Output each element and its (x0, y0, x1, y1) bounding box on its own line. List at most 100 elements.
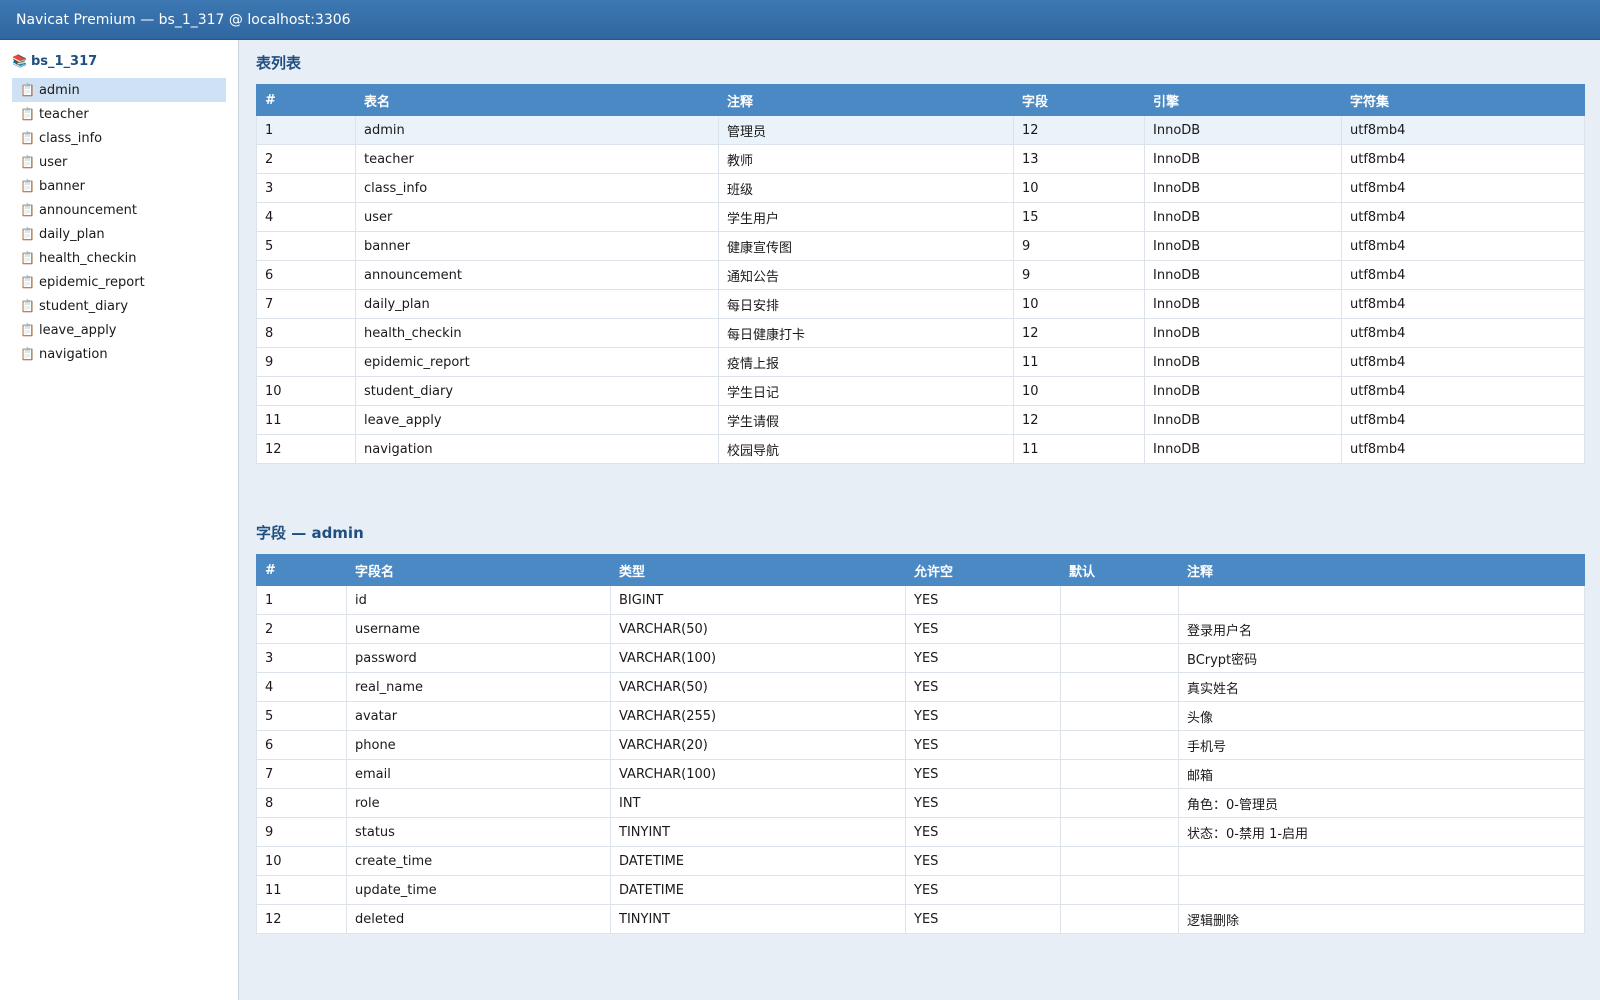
tables-table-row[interactable]: 9 epidemic_report 疫情上报 11 InnoDB utf8mb4 (256, 347, 1585, 377)
fields-table-row[interactable]: 1 id BIGINT YES (256, 585, 1585, 615)
tables-table-cell: epidemic_report (355, 347, 719, 377)
tables-table-column-header[interactable]: 字段 (1013, 84, 1145, 116)
fields-header-row: # 字段名 类型 允许空 默认 注释 (256, 554, 1585, 586)
fields-table-row[interactable]: 11 update_time DATETIME YES (256, 875, 1585, 905)
sidebar-item-label: admin (38, 82, 80, 98)
fields-table-cell: 逻辑删除 (1178, 904, 1585, 934)
tables-table-cell: 10 (1013, 173, 1145, 203)
tables-table-cell: InnoDB (1144, 260, 1342, 290)
sidebar-item-admin[interactable]: 📋 admin (12, 78, 226, 102)
tables-table-cell: utf8mb4 (1341, 231, 1585, 261)
tables-table-cell: InnoDB (1144, 115, 1342, 145)
fields-table-cell: 10 (256, 846, 347, 876)
sidebar-item-label: student_diary (38, 298, 129, 314)
fields-table-cell: password (346, 643, 611, 673)
sidebar-item-epidemic-report[interactable]: 📋 epidemic_report (12, 270, 226, 294)
tables-table-row[interactable]: 8 health_checkin 每日健康打卡 12 InnoDB utf8mb4 (256, 318, 1585, 348)
sidebar-item-teacher[interactable]: 📋 teacher (12, 102, 226, 126)
sidebar-item-label: user (38, 154, 68, 170)
fields-table-column-header[interactable]: 默认 (1060, 554, 1179, 586)
fields-table-column-header[interactable]: # (256, 554, 347, 586)
sidebar-item-user[interactable]: 📋 user (12, 150, 226, 174)
tables-table-cell: user (355, 202, 719, 232)
fields-table-row[interactable]: 8 role INT YES 角色：0-管理员 (256, 788, 1585, 818)
database-node[interactable]: 📚 bs_1_317 (0, 50, 238, 72)
fields-table-cell (1060, 672, 1179, 702)
tables-table-row[interactable]: 6 announcement 通知公告 9 InnoDB utf8mb4 (256, 260, 1585, 290)
fields-section-title: 字段 — admin (256, 524, 364, 542)
fields-table-cell: 3 (256, 643, 347, 673)
fields-table-cell (1060, 585, 1179, 615)
tables-table-column-header[interactable]: 注释 (718, 84, 1014, 116)
sidebar-item-navigation[interactable]: 📋 navigation (12, 342, 226, 366)
sidebar-item-daily-plan[interactable]: 📋 daily_plan (12, 222, 226, 246)
tables-table-row[interactable]: 4 user 学生用户 15 InnoDB utf8mb4 (256, 202, 1585, 232)
window-title: Navicat Premium — bs_1_317 @ localhost:3… (16, 12, 351, 28)
fields-table-row[interactable]: 6 phone VARCHAR(20) YES 手机号 (256, 730, 1585, 760)
fields-table-cell: VARCHAR(50) (610, 614, 906, 644)
sidebar-item-label: leave_apply (38, 322, 117, 338)
fields-table-cell: VARCHAR(100) (610, 759, 906, 789)
tables-table-column-header[interactable]: 引擎 (1144, 84, 1342, 116)
tables-table-row[interactable]: 11 leave_apply 学生请假 12 InnoDB utf8mb4 (256, 405, 1585, 435)
fields-table-cell: YES (905, 614, 1061, 644)
tables-table-row[interactable]: 2 teacher 教师 13 InnoDB utf8mb4 (256, 144, 1585, 174)
fields-table-column-header[interactable]: 注释 (1178, 554, 1585, 586)
sidebar-item-banner[interactable]: 📋 banner (12, 174, 226, 198)
tables-table-cell: InnoDB (1144, 405, 1342, 435)
sidebar-item-announcement[interactable]: 📋 announcement (12, 198, 226, 222)
clipboard-icon: 📋 (20, 179, 35, 193)
sidebar-item-leave-apply[interactable]: 📋 leave_apply (12, 318, 226, 342)
tables-table-cell: banner (355, 231, 719, 261)
tables-table-cell: 9 (1013, 260, 1145, 290)
tables-table-row[interactable]: 1 admin 管理员 12 InnoDB utf8mb4 (256, 115, 1585, 145)
main-panel: 表列表 # 表名 注释 字段 引擎 字符集 1 admin 管理员 12 InnoDB utf8mb… (240, 40, 1600, 1000)
fields-table-cell: INT (610, 788, 906, 818)
fields-table-cell: 邮箱 (1178, 759, 1585, 789)
fields-table-row[interactable]: 7 email VARCHAR(100) YES 邮箱 (256, 759, 1585, 789)
tables-table-column-header[interactable]: 表名 (355, 84, 719, 116)
fields-table-row[interactable]: 9 status TINYINT YES 状态：0-禁用 1-启用 (256, 817, 1585, 847)
fields-table-row[interactable]: 5 avatar VARCHAR(255) YES 头像 (256, 701, 1585, 731)
fields-table-cell (1060, 701, 1179, 731)
fields-table-column-header[interactable]: 字段名 (346, 554, 611, 586)
tables-table-cell: 每日安排 (718, 289, 1014, 319)
fields-table-column-header[interactable]: 允许空 (905, 554, 1061, 586)
clipboard-icon: 📋 (20, 227, 35, 241)
fields-table-row[interactable]: 12 deleted TINYINT YES 逻辑删除 (256, 904, 1585, 934)
fields-table-cell: BIGINT (610, 585, 906, 615)
sidebar-item-health-checkin[interactable]: 📋 health_checkin (12, 246, 226, 270)
tables-table-column-header[interactable]: 字符集 (1341, 84, 1585, 116)
tables-table-cell: 3 (256, 173, 356, 203)
sidebar-item-label: announcement (38, 202, 137, 218)
fields-table-row[interactable]: 2 username VARCHAR(50) YES 登录用户名 (256, 614, 1585, 644)
tables-table-column-header[interactable]: # (256, 84, 356, 116)
clipboard-icon: 📋 (20, 251, 35, 265)
fields-table-column-header[interactable]: 类型 (610, 554, 906, 586)
tables-table-row[interactable]: 12 navigation 校园导航 11 InnoDB utf8mb4 (256, 434, 1585, 464)
fields-table-row[interactable]: 10 create_time DATETIME YES (256, 846, 1585, 876)
tables-table-cell: 学生日记 (718, 376, 1014, 406)
fields-table: # 字段名 类型 允许空 默认 注释 1 id BIGINT YES 2 username VARCH… (256, 554, 1585, 934)
tables-table-row[interactable]: 10 student_diary 学生日记 10 InnoDB utf8mb4 (256, 376, 1585, 406)
tables-table-cell: 学生用户 (718, 202, 1014, 232)
tables-table-cell: 12 (1013, 318, 1145, 348)
tables-table-cell: 1 (256, 115, 356, 145)
fields-table-cell: 1 (256, 585, 347, 615)
tables-table: # 表名 注释 字段 引擎 字符集 1 admin 管理员 12 InnoDB utf8mb4 2 te… (256, 84, 1585, 464)
fields-table-row[interactable]: 3 password VARCHAR(100) YES BCrypt密码 (256, 643, 1585, 673)
fields-table-cell: YES (905, 817, 1061, 847)
fields-table-cell: real_name (346, 672, 611, 702)
sidebar-item-class-info[interactable]: 📋 class_info (12, 126, 226, 150)
tables-table-cell: teacher (355, 144, 719, 174)
sidebar-item-label: epidemic_report (38, 274, 145, 290)
fields-table-row[interactable]: 4 real_name VARCHAR(50) YES 真实姓名 (256, 672, 1585, 702)
clipboard-icon: 📋 (20, 323, 35, 337)
tables-table-row[interactable]: 5 banner 健康宣传图 9 InnoDB utf8mb4 (256, 231, 1585, 261)
tables-table-cell: 通知公告 (718, 260, 1014, 290)
fields-table-cell: 状态：0-禁用 1-启用 (1178, 817, 1585, 847)
sidebar-item-label: daily_plan (38, 226, 105, 242)
tables-table-row[interactable]: 7 daily_plan 每日安排 10 InnoDB utf8mb4 (256, 289, 1585, 319)
tables-table-row[interactable]: 3 class_info 班级 10 InnoDB utf8mb4 (256, 173, 1585, 203)
sidebar-item-student-diary[interactable]: 📋 student_diary (12, 294, 226, 318)
